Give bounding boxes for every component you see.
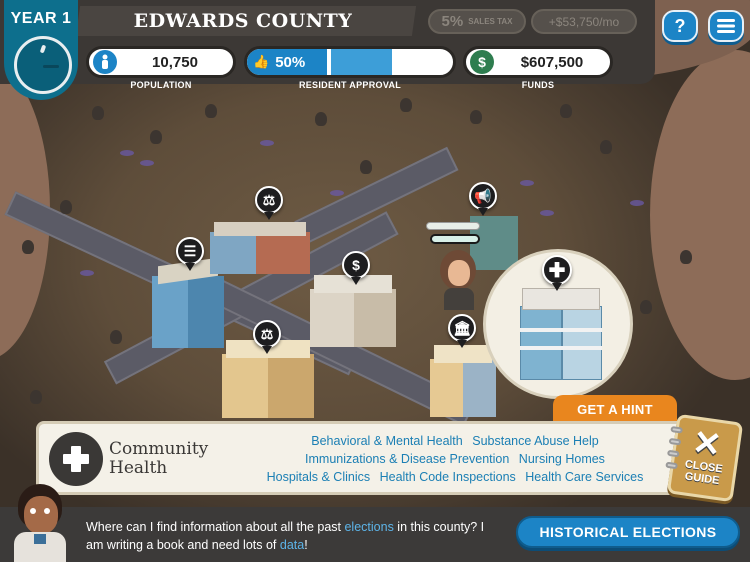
dollar-icon: $ xyxy=(470,50,494,74)
flower-patch xyxy=(80,270,94,276)
citizen-avatar xyxy=(6,482,74,562)
help-button[interactable]: ? xyxy=(662,10,698,42)
sales-tax-display[interactable]: 5% SALES TAX xyxy=(428,9,526,34)
approval-value: 50% xyxy=(275,53,306,71)
clock-hand xyxy=(43,65,59,68)
shrub xyxy=(92,106,104,120)
shrub xyxy=(315,112,327,126)
medical-cross-icon[interactable]: ✚ xyxy=(542,255,572,291)
shrub xyxy=(360,160,372,174)
dialog-keyword-elections: elections xyxy=(344,520,394,534)
dialog-text: Where can I find information about all t… xyxy=(86,518,496,554)
shrub xyxy=(150,130,162,144)
bank-icon[interactable]: 🏛 xyxy=(448,314,476,348)
population-value: 10,750 xyxy=(152,53,198,71)
link-hospitals-clinics[interactable]: Hospitals & Clinics xyxy=(267,470,371,484)
population-display[interactable]: 10,750 xyxy=(86,46,236,78)
link-immunizations[interactable]: Immunizations & Disease Prevention xyxy=(305,452,509,466)
get-a-hint-button[interactable]: GET A HINT xyxy=(553,395,677,423)
hospital-building[interactable] xyxy=(520,288,602,380)
flower-patch xyxy=(630,200,644,206)
flower-patch xyxy=(120,150,134,156)
shrub xyxy=(30,390,42,404)
dialog-keyword-data: data xyxy=(279,538,305,552)
shrub xyxy=(22,240,34,254)
medical-cross-icon xyxy=(49,432,103,486)
canyon-right xyxy=(650,50,750,380)
flower-patch xyxy=(330,190,344,196)
document-icon[interactable]: ☰ xyxy=(176,237,204,271)
scales-icon[interactable]: ⚖ xyxy=(255,186,283,220)
treasury-building[interactable] xyxy=(430,345,496,417)
flower-patch xyxy=(540,210,554,216)
shrub xyxy=(110,330,122,344)
link-health-code-inspections[interactable]: Health Code Inspections xyxy=(380,470,516,484)
category-title: Community Health xyxy=(109,439,209,478)
dialog-text-part: ! xyxy=(304,538,308,552)
bank-building[interactable] xyxy=(310,275,396,347)
flower-patch xyxy=(140,160,154,166)
hamburger-menu-icon xyxy=(717,19,735,33)
courthouse-building[interactable] xyxy=(210,222,310,274)
link-behavioral-mental-health[interactable]: Behavioral & Mental Health xyxy=(311,434,462,448)
flower-patch xyxy=(520,180,534,186)
sales-tax-value: 5% xyxy=(441,13,464,30)
shrub xyxy=(600,140,612,154)
megaphone-icon[interactable]: 📢 xyxy=(469,182,497,216)
shrub xyxy=(205,104,217,118)
thumbs-up-icon: 👍 xyxy=(253,54,270,69)
clock-tick xyxy=(39,44,47,54)
historical-elections-button[interactable]: HISTORICAL ELECTIONS xyxy=(516,516,740,548)
funds-value: $607,500 xyxy=(520,53,584,71)
approval-progress-bar xyxy=(331,49,453,75)
shrub xyxy=(400,98,412,112)
shrub xyxy=(60,200,72,214)
county-title: EDWARDS COUNTY xyxy=(133,10,353,32)
population-caption: POPULATION xyxy=(130,80,192,90)
link-health-care-services[interactable]: Health Care Services xyxy=(525,470,643,484)
shrub xyxy=(640,300,652,314)
scales-icon[interactable]: ⚖ xyxy=(253,320,281,354)
approval-badge: 👍 50% xyxy=(247,49,327,75)
shrub xyxy=(560,104,572,118)
resident-approval-display[interactable]: 👍 50% xyxy=(244,46,456,78)
monthly-income-display[interactable]: +$53,750/mo xyxy=(531,9,637,34)
records-office-building[interactable] xyxy=(152,257,224,348)
funds-display[interactable]: $ $607,500 xyxy=(463,46,613,78)
link-nursing-homes[interactable]: Nursing Homes xyxy=(519,452,605,466)
approval-progress-fill xyxy=(331,49,392,75)
dialog-text-part: Where can I find information about all t… xyxy=(86,520,345,534)
resident-status-bar xyxy=(426,222,480,230)
person-icon xyxy=(93,50,117,74)
funds-caption: FUNDS xyxy=(521,80,555,90)
shrub xyxy=(680,250,692,264)
guide-links: Behavioral & Mental Health Substance Abu… xyxy=(255,432,655,486)
clock-icon xyxy=(14,36,72,94)
year-label: YEAR 1 xyxy=(10,10,72,27)
guide-panel: Community Health Behavioral & Mental Hea… xyxy=(36,421,686,495)
shrub xyxy=(470,110,482,124)
link-substance-abuse-help[interactable]: Substance Abuse Help xyxy=(472,434,598,448)
money-bag-icon[interactable]: $ xyxy=(342,251,370,285)
sales-tax-label: SALES TAX xyxy=(468,17,513,26)
approval-caption: RESIDENT APPROVAL xyxy=(298,80,402,90)
menu-button[interactable] xyxy=(708,10,744,42)
close-guide-button[interactable]: ✕ CLOSE GUIDE xyxy=(665,413,744,503)
resident-mood-bar xyxy=(430,234,480,244)
help-icon: ? xyxy=(674,15,686,36)
resident-character[interactable] xyxy=(436,250,480,310)
flower-patch xyxy=(260,140,274,146)
